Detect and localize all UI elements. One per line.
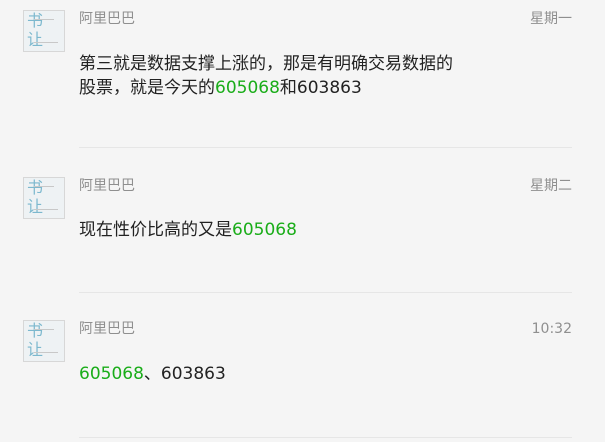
message-line: 股票，就是今天的 bbox=[79, 78, 215, 98]
avatar-line bbox=[34, 329, 54, 330]
message-divider bbox=[79, 437, 572, 438]
stock-code-link[interactable]: 605068 bbox=[79, 364, 144, 384]
sender-name: 阿里巴巴 bbox=[79, 178, 135, 194]
message-text: 605068、603863 bbox=[79, 362, 479, 386]
avatar[interactable]: 书 让 bbox=[23, 320, 65, 362]
message-divider bbox=[79, 292, 572, 293]
avatar-line bbox=[34, 19, 54, 20]
avatar-line bbox=[34, 209, 58, 210]
message-divider bbox=[79, 147, 572, 148]
stock-code-text: 603863 bbox=[296, 78, 362, 98]
message-tuesday: 书 让 阿里巴巴 星期二 现在性价比高的又是605068 bbox=[0, 175, 605, 293]
avatar-image-icon: 让 bbox=[27, 30, 44, 49]
message-line: 现在性价比高的又是 bbox=[79, 220, 232, 240]
sender-name: 阿里巴巴 bbox=[79, 321, 135, 337]
avatar-image-icon: 让 bbox=[27, 340, 44, 359]
message-text: 现在性价比高的又是605068 bbox=[79, 218, 479, 242]
avatar-image-icon: 书 bbox=[27, 178, 44, 197]
chat-history: 书 让 阿里巴巴 星期一 第三就是数据支撑上涨的，那是有明确交易数据的 股票，就… bbox=[0, 0, 605, 442]
message-time: 星期一 bbox=[530, 11, 572, 27]
message-line: 第三就是数据支撑上涨的，那是有明确交易数据的 bbox=[79, 54, 453, 74]
avatar-line bbox=[34, 42, 58, 43]
message-monday: 书 让 阿里巴巴 星期一 第三就是数据支撑上涨的，那是有明确交易数据的 股票，就… bbox=[0, 8, 605, 148]
message-today: 书 让 阿里巴巴 10:32 605068、603863 bbox=[0, 318, 605, 442]
avatar-image-icon: 书 bbox=[27, 11, 44, 30]
message-text: 第三就是数据支撑上涨的，那是有明确交易数据的 股票，就是今天的605068和60… bbox=[79, 52, 479, 100]
message-separator: 、 bbox=[143, 364, 161, 384]
stock-code-link[interactable]: 605068 bbox=[215, 78, 280, 98]
message-time: 10:32 bbox=[531, 321, 572, 337]
avatar[interactable]: 书 让 bbox=[23, 177, 65, 219]
stock-code-text: 603863 bbox=[160, 364, 226, 384]
sender-name: 阿里巴巴 bbox=[79, 11, 135, 27]
avatar-image-icon: 书 bbox=[27, 321, 44, 340]
message-time: 星期二 bbox=[530, 178, 572, 194]
avatar-line bbox=[34, 352, 58, 353]
message-connector: 和 bbox=[279, 78, 297, 98]
avatar-line bbox=[34, 186, 54, 187]
avatar-image-icon: 让 bbox=[27, 197, 44, 216]
avatar[interactable]: 书 让 bbox=[23, 10, 65, 52]
stock-code-link[interactable]: 605068 bbox=[232, 220, 297, 240]
